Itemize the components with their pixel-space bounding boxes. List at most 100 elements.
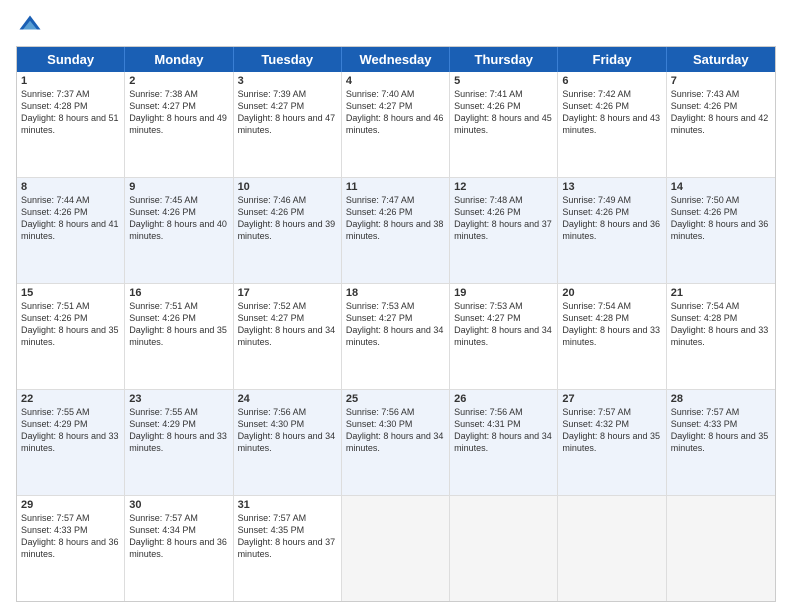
calendar-header: SundayMondayTuesdayWednesdayThursdayFrid… [17,47,775,72]
cell-info: Sunrise: 7:52 AMSunset: 4:27 PMDaylight:… [238,300,337,349]
calendar-cell: 15 Sunrise: 7:51 AMSunset: 4:26 PMDaylig… [17,284,125,389]
cell-info: Sunrise: 7:57 AMSunset: 4:34 PMDaylight:… [129,512,228,561]
cell-info: Sunrise: 7:39 AMSunset: 4:27 PMDaylight:… [238,88,337,137]
cell-info: Sunrise: 7:46 AMSunset: 4:26 PMDaylight:… [238,194,337,243]
day-number: 20 [562,287,661,299]
calendar-cell: 5 Sunrise: 7:41 AMSunset: 4:26 PMDayligh… [450,72,558,177]
day-number: 11 [346,181,445,193]
calendar-cell: 29 Sunrise: 7:57 AMSunset: 4:33 PMDaylig… [17,496,125,601]
calendar-row-2: 15 Sunrise: 7:51 AMSunset: 4:26 PMDaylig… [17,284,775,390]
calendar: SundayMondayTuesdayWednesdayThursdayFrid… [16,46,776,602]
header [16,12,776,40]
calendar-cell: 18 Sunrise: 7:53 AMSunset: 4:27 PMDaylig… [342,284,450,389]
day-number: 6 [562,75,661,87]
day-number: 23 [129,393,228,405]
cell-info: Sunrise: 7:51 AMSunset: 4:26 PMDaylight:… [21,300,120,349]
calendar-cell: 1 Sunrise: 7:37 AMSunset: 4:28 PMDayligh… [17,72,125,177]
cell-info: Sunrise: 7:48 AMSunset: 4:26 PMDaylight:… [454,194,553,243]
calendar-cell: 2 Sunrise: 7:38 AMSunset: 4:27 PMDayligh… [125,72,233,177]
calendar-cell: 28 Sunrise: 7:57 AMSunset: 4:33 PMDaylig… [667,390,775,495]
cell-info: Sunrise: 7:45 AMSunset: 4:26 PMDaylight:… [129,194,228,243]
calendar-cell: 31 Sunrise: 7:57 AMSunset: 4:35 PMDaylig… [234,496,342,601]
day-number: 10 [238,181,337,193]
day-number: 25 [346,393,445,405]
calendar-cell: 6 Sunrise: 7:42 AMSunset: 4:26 PMDayligh… [558,72,666,177]
page: SundayMondayTuesdayWednesdayThursdayFrid… [0,0,792,612]
cell-info: Sunrise: 7:57 AMSunset: 4:32 PMDaylight:… [562,406,661,455]
calendar-cell: 17 Sunrise: 7:52 AMSunset: 4:27 PMDaylig… [234,284,342,389]
calendar-cell: 22 Sunrise: 7:55 AMSunset: 4:29 PMDaylig… [17,390,125,495]
cell-info: Sunrise: 7:57 AMSunset: 4:35 PMDaylight:… [238,512,337,561]
cell-info: Sunrise: 7:54 AMSunset: 4:28 PMDaylight:… [562,300,661,349]
day-number: 7 [671,75,771,87]
cell-info: Sunrise: 7:54 AMSunset: 4:28 PMDaylight:… [671,300,771,349]
cell-info: Sunrise: 7:57 AMSunset: 4:33 PMDaylight:… [21,512,120,561]
calendar-cell: 3 Sunrise: 7:39 AMSunset: 4:27 PMDayligh… [234,72,342,177]
calendar-cell: 20 Sunrise: 7:54 AMSunset: 4:28 PMDaylig… [558,284,666,389]
day-number: 29 [21,499,120,511]
calendar-cell: 21 Sunrise: 7:54 AMSunset: 4:28 PMDaylig… [667,284,775,389]
calendar-cell: 8 Sunrise: 7:44 AMSunset: 4:26 PMDayligh… [17,178,125,283]
calendar-cell [558,496,666,601]
header-day-saturday: Saturday [667,47,775,72]
cell-info: Sunrise: 7:56 AMSunset: 4:30 PMDaylight:… [238,406,337,455]
logo-icon [16,12,44,40]
cell-info: Sunrise: 7:55 AMSunset: 4:29 PMDaylight:… [129,406,228,455]
cell-info: Sunrise: 7:57 AMSunset: 4:33 PMDaylight:… [671,406,771,455]
calendar-cell: 4 Sunrise: 7:40 AMSunset: 4:27 PMDayligh… [342,72,450,177]
calendar-cell: 7 Sunrise: 7:43 AMSunset: 4:26 PMDayligh… [667,72,775,177]
day-number: 26 [454,393,553,405]
day-number: 22 [21,393,120,405]
cell-info: Sunrise: 7:49 AMSunset: 4:26 PMDaylight:… [562,194,661,243]
cell-info: Sunrise: 7:55 AMSunset: 4:29 PMDaylight:… [21,406,120,455]
cell-info: Sunrise: 7:56 AMSunset: 4:31 PMDaylight:… [454,406,553,455]
day-number: 4 [346,75,445,87]
cell-info: Sunrise: 7:40 AMSunset: 4:27 PMDaylight:… [346,88,445,137]
day-number: 3 [238,75,337,87]
calendar-cell: 10 Sunrise: 7:46 AMSunset: 4:26 PMDaylig… [234,178,342,283]
logo [16,12,48,40]
cell-info: Sunrise: 7:56 AMSunset: 4:30 PMDaylight:… [346,406,445,455]
day-number: 16 [129,287,228,299]
cell-info: Sunrise: 7:47 AMSunset: 4:26 PMDaylight:… [346,194,445,243]
calendar-cell: 30 Sunrise: 7:57 AMSunset: 4:34 PMDaylig… [125,496,233,601]
header-day-thursday: Thursday [450,47,558,72]
day-number: 2 [129,75,228,87]
cell-info: Sunrise: 7:44 AMSunset: 4:26 PMDaylight:… [21,194,120,243]
calendar-cell: 24 Sunrise: 7:56 AMSunset: 4:30 PMDaylig… [234,390,342,495]
header-day-tuesday: Tuesday [234,47,342,72]
calendar-cell: 12 Sunrise: 7:48 AMSunset: 4:26 PMDaylig… [450,178,558,283]
cell-info: Sunrise: 7:43 AMSunset: 4:26 PMDaylight:… [671,88,771,137]
day-number: 21 [671,287,771,299]
day-number: 13 [562,181,661,193]
cell-info: Sunrise: 7:51 AMSunset: 4:26 PMDaylight:… [129,300,228,349]
calendar-cell: 16 Sunrise: 7:51 AMSunset: 4:26 PMDaylig… [125,284,233,389]
day-number: 27 [562,393,661,405]
cell-info: Sunrise: 7:53 AMSunset: 4:27 PMDaylight:… [454,300,553,349]
day-number: 28 [671,393,771,405]
header-day-sunday: Sunday [17,47,125,72]
calendar-row-3: 22 Sunrise: 7:55 AMSunset: 4:29 PMDaylig… [17,390,775,496]
cell-info: Sunrise: 7:53 AMSunset: 4:27 PMDaylight:… [346,300,445,349]
calendar-cell: 13 Sunrise: 7:49 AMSunset: 4:26 PMDaylig… [558,178,666,283]
calendar-cell [450,496,558,601]
calendar-cell: 26 Sunrise: 7:56 AMSunset: 4:31 PMDaylig… [450,390,558,495]
calendar-row-1: 8 Sunrise: 7:44 AMSunset: 4:26 PMDayligh… [17,178,775,284]
day-number: 9 [129,181,228,193]
calendar-cell: 25 Sunrise: 7:56 AMSunset: 4:30 PMDaylig… [342,390,450,495]
calendar-cell: 27 Sunrise: 7:57 AMSunset: 4:32 PMDaylig… [558,390,666,495]
calendar-row-0: 1 Sunrise: 7:37 AMSunset: 4:28 PMDayligh… [17,72,775,178]
calendar-cell: 19 Sunrise: 7:53 AMSunset: 4:27 PMDaylig… [450,284,558,389]
calendar-cell: 14 Sunrise: 7:50 AMSunset: 4:26 PMDaylig… [667,178,775,283]
calendar-cell: 11 Sunrise: 7:47 AMSunset: 4:26 PMDaylig… [342,178,450,283]
day-number: 14 [671,181,771,193]
calendar-row-4: 29 Sunrise: 7:57 AMSunset: 4:33 PMDaylig… [17,496,775,601]
header-day-monday: Monday [125,47,233,72]
day-number: 30 [129,499,228,511]
header-day-wednesday: Wednesday [342,47,450,72]
calendar-cell: 23 Sunrise: 7:55 AMSunset: 4:29 PMDaylig… [125,390,233,495]
day-number: 5 [454,75,553,87]
day-number: 17 [238,287,337,299]
calendar-cell [342,496,450,601]
day-number: 8 [21,181,120,193]
